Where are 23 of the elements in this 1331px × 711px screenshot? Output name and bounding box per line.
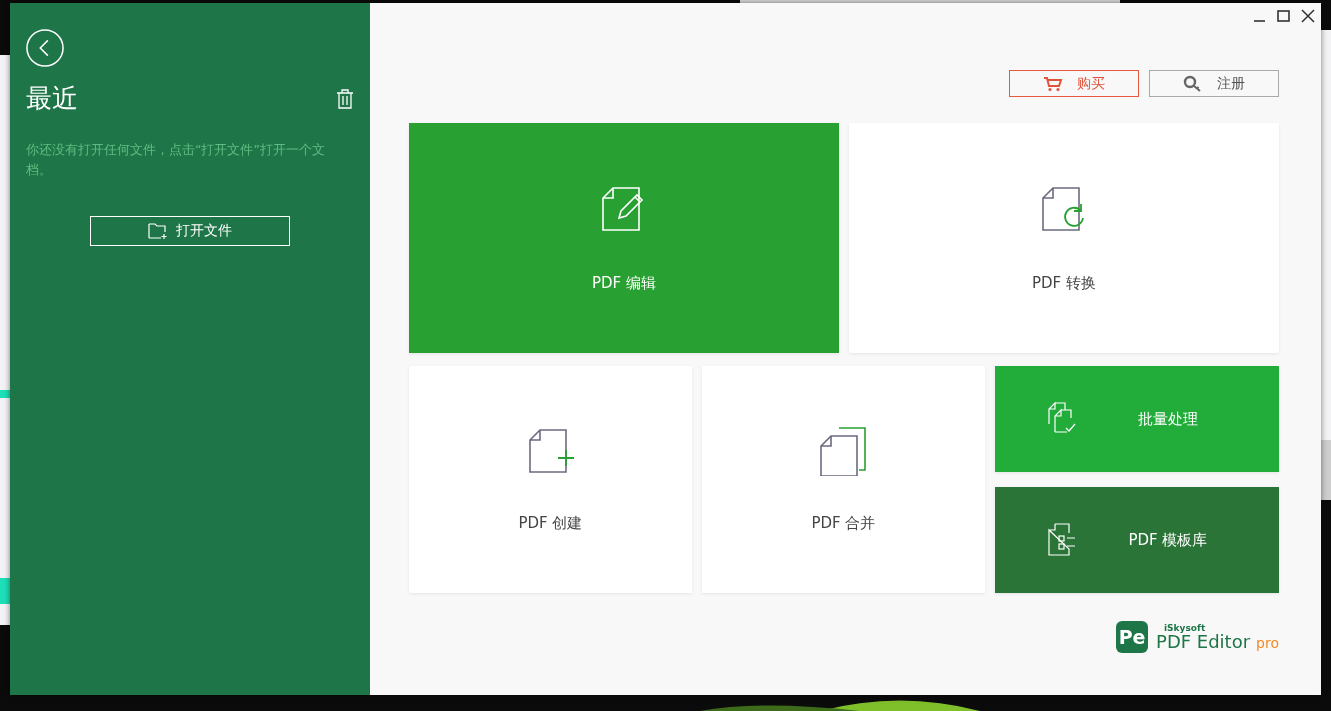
app-logo: Pe [1116, 621, 1149, 653]
close-icon[interactable] [1301, 9, 1315, 23]
batch-tile[interactable]: 批量处理 [995, 366, 1279, 472]
buy-button[interactable]: 购买 [1009, 70, 1139, 97]
back-icon[interactable] [26, 29, 64, 67]
create-tile[interactable]: PDF 创建 [409, 366, 692, 593]
open-file-button[interactable]: 打开文件 [90, 216, 290, 246]
convert-tile[interactable]: PDF 转换 [849, 123, 1279, 353]
product-name: PDF Editor [1156, 632, 1251, 651]
cart-icon [1043, 75, 1063, 92]
register-button[interactable]: 注册 [1149, 70, 1279, 97]
documents-check-icon [1047, 402, 1077, 436]
combine-tile[interactable]: PDF 合并 [702, 366, 985, 593]
template-tile[interactable]: PDF 模板库 [995, 487, 1279, 593]
sidebar-title: 最近 [26, 82, 78, 115]
folder-icon [148, 223, 168, 239]
maximize-icon[interactable] [1277, 9, 1291, 23]
list-document-icon [1047, 523, 1077, 557]
trash-icon[interactable] [336, 88, 354, 109]
brand-name: iSkysoft [1164, 623, 1207, 633]
documents-icon [818, 426, 869, 476]
edition-label: pro [1256, 635, 1279, 650]
edit-tile[interactable]: PDF 编辑 [409, 123, 839, 353]
